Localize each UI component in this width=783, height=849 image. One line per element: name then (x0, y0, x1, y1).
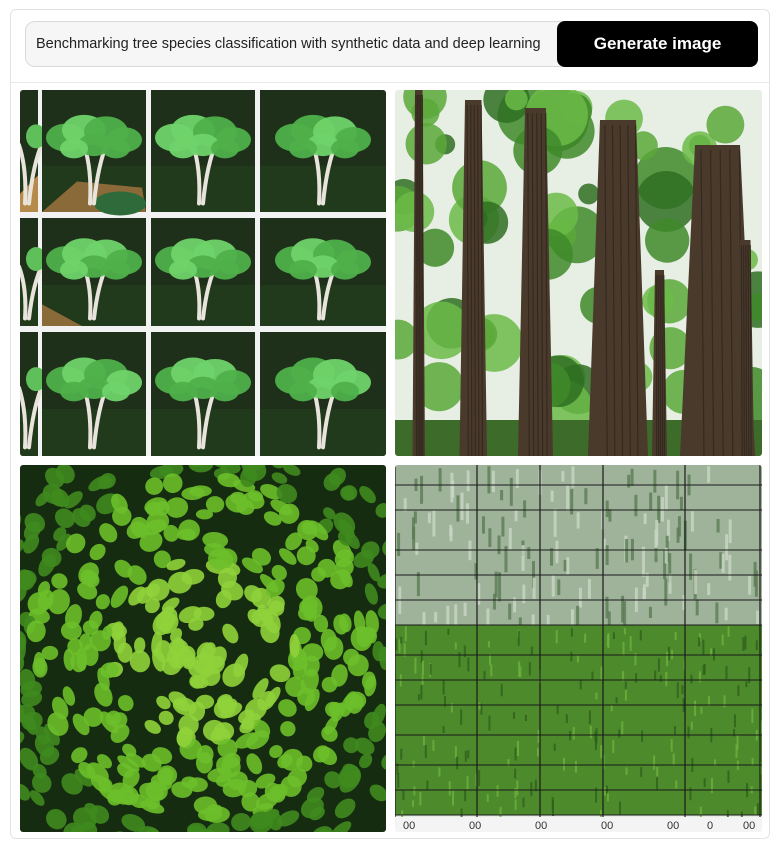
footer-mark: 00 (535, 820, 547, 832)
footer-mark: 00 (403, 820, 415, 832)
tree-sprite-cell (260, 218, 386, 326)
gridded-field-pattern-image: 00 00 00 00 00 0 00 (395, 465, 762, 832)
footer-mark: 00 (667, 820, 679, 832)
generated-image-aerial-forest-canopy[interactable] (20, 465, 386, 832)
generator-card: Generate image 0000000000000 (10, 9, 770, 839)
footer-mark: 00 (601, 820, 613, 832)
generated-image-tree-sprite-grid[interactable] (20, 90, 386, 456)
tree-sprite-cell (260, 332, 386, 456)
tree-sprite-cell (151, 332, 255, 456)
tree-sprite-cell (42, 90, 146, 216)
footer-mark: 0 (707, 820, 713, 832)
footer-mark: 00 (743, 820, 755, 832)
tree-sprite-cell (42, 218, 146, 326)
tree-sprite-grid-image (20, 90, 386, 456)
prompt-input[interactable] (25, 21, 565, 67)
tree-sprite-cell (151, 90, 255, 212)
generated-image-tall-forest-trunks[interactable] (395, 90, 762, 456)
generate-image-button[interactable]: Generate image (557, 21, 758, 67)
generated-image-gridded-field-pattern[interactable]: 00 00 00 00 00 0 00 (395, 465, 762, 832)
aerial-forest-canopy-image (20, 465, 386, 832)
tree-sprite-cell (151, 218, 255, 326)
tree-sprite-cell (260, 90, 386, 212)
prompt-bar: Generate image (11, 10, 769, 83)
tree-sprite-cell (42, 332, 146, 456)
footer-mark: 00 (469, 820, 481, 832)
tall-forest-trunks-image (395, 90, 762, 456)
